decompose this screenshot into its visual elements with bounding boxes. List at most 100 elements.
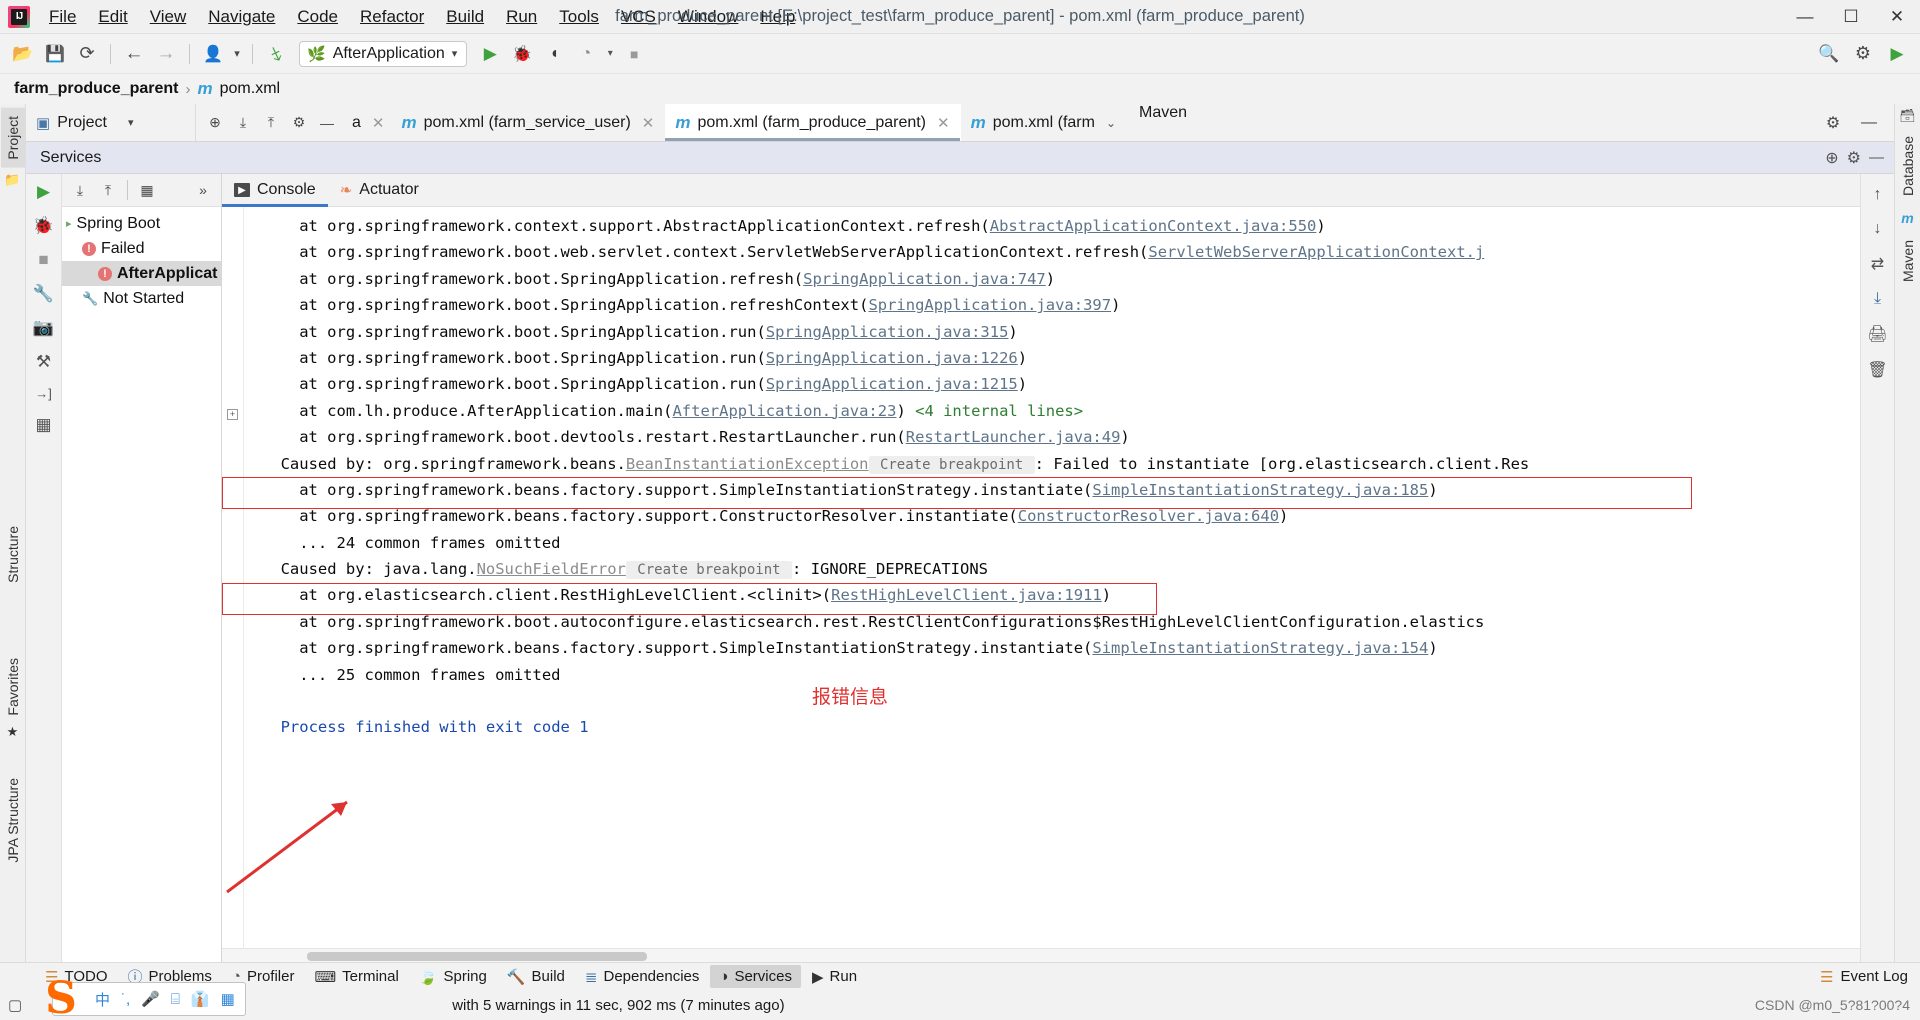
menu-help[interactable]: Help (749, 3, 806, 31)
menu-refactor[interactable]: Refactor (349, 3, 435, 31)
tree-more-icon[interactable]: » (191, 178, 215, 202)
layout-icon[interactable]: ▦ (35, 415, 51, 435)
editor-tab-a[interactable]: a ✕ (346, 104, 391, 141)
menu-file[interactable]: File (38, 3, 87, 31)
tree-item-failed[interactable]: ! Failed (62, 236, 221, 261)
sidebar-item-project[interactable]: Project (0, 108, 25, 168)
soft-wrap-icon[interactable]: ⇄ (1871, 254, 1884, 274)
maven-settings-icon[interactable]: ⚙ (1818, 108, 1848, 138)
breadcrumb-file[interactable]: pom.xml (220, 80, 280, 98)
toolwindow-build[interactable]: 🔨 Build (498, 965, 574, 989)
sogou-logo-icon[interactable]: S (38, 973, 84, 1020)
console-segment[interactable]: SimpleInstantiationStrategy.java:185 (1092, 481, 1428, 499)
services-locate-icon[interactable]: ⊕ (1825, 148, 1838, 168)
navigate-forward-icon[interactable]: → (151, 39, 181, 69)
editor-tab-pom-farm-service-user-close-icon[interactable]: ✕ (642, 114, 655, 132)
print-icon[interactable]: 🖨 (1867, 324, 1887, 344)
console-segment[interactable]: SpringApplication.java:1215 (766, 375, 1018, 393)
fold-marker-icon[interactable] (227, 645, 238, 656)
layout-toggle-icon[interactable]: ▢ (8, 996, 22, 1014)
console-segment[interactable]: BeanInstantiationException (626, 455, 869, 473)
stop-button[interactable]: ■ (619, 39, 649, 69)
console-segment[interactable]: ServletWebServerApplicationContext.j (1148, 243, 1484, 261)
project-panel-chevron-icon[interactable]: ▾ (128, 116, 134, 129)
tree-item-spring-boot[interactable]: ▸ Spring Boot (62, 211, 221, 236)
maximize-button[interactable]: ☐ (1828, 0, 1874, 34)
console-segment[interactable]: AfterApplication.java:23 (672, 402, 896, 420)
ime-keyboard-icon[interactable]: ⌸ (171, 991, 180, 1008)
rerun-icon[interactable]: ▶ (37, 182, 50, 202)
console-segment[interactable]: SpringApplication.java:315 (766, 323, 1009, 341)
panel-settings-icon[interactable]: ⚙ (286, 110, 312, 136)
search-everywhere-icon[interactable]: 🔍 (1814, 39, 1844, 69)
event-log-group[interactable]: ☰ Event Log (1820, 968, 1920, 986)
thread-dump-icon[interactable]: ⚒ (36, 352, 51, 372)
toolwindow-dependencies[interactable]: ≣ Dependencies (576, 965, 708, 989)
clear-all-icon[interactable]: 🗑 (1867, 360, 1887, 380)
console-horizontal-scrollbar[interactable] (222, 948, 1860, 962)
save-all-icon[interactable]: 💾 (40, 39, 70, 69)
navigate-back-icon[interactable]: ← (119, 39, 149, 69)
attach-icon[interactable]: →] (35, 386, 52, 401)
locate-file-icon[interactable]: ⊕ (202, 110, 228, 136)
debug-icon[interactable]: 🐞 (33, 216, 54, 236)
project-panel-header[interactable]: ▣ Project ▾ (26, 104, 196, 141)
profile-dropdown-icon[interactable]: ▾ (603, 39, 617, 69)
scroll-up-icon[interactable]: ↑ (1874, 186, 1882, 204)
minimize-button[interactable]: — (1782, 0, 1828, 34)
console-segment[interactable]: RestHighLevelClient.java:1911 (831, 586, 1102, 604)
console-segment[interactable]: ConstructorResolver.java:640 (1018, 507, 1279, 525)
console-segment[interactable]: NoSuchFieldError (477, 560, 626, 578)
tree-item-afterapplication[interactable]: ! AfterApplicat (62, 261, 221, 286)
editor-tab-pom-farm-truncated[interactable]: m pom.xml (farm ⌄ (961, 104, 1127, 141)
panel-hide-icon[interactable]: — (314, 110, 340, 136)
tree-expand-all-icon[interactable]: ⤓ (68, 178, 92, 202)
vcs-user-icon[interactable]: 👤 (198, 39, 228, 69)
tree-item-not-started[interactable]: 🔧 Not Started (62, 286, 221, 311)
menu-tools[interactable]: Tools (548, 3, 610, 31)
tree-group-icon[interactable]: ▦ (135, 178, 159, 202)
sync-icon[interactable]: ⟳ (72, 39, 102, 69)
menu-code[interactable]: Code (286, 3, 349, 31)
toolwindow-terminal[interactable]: ⌨ Terminal (305, 965, 407, 989)
console-scrollbar-thumb[interactable] (307, 952, 647, 961)
editor-tab-a-close-icon[interactable]: ✕ (372, 114, 385, 132)
close-button[interactable]: ✕ (1874, 0, 1920, 34)
tab-actuator[interactable]: ❧ Actuator (328, 174, 431, 206)
settings-gear-icon[interactable]: ⚙ (1848, 39, 1878, 69)
breadcrumb-project[interactable]: farm_produce_parent (14, 80, 179, 98)
services-hide-icon[interactable]: — (1869, 149, 1884, 166)
tab-console[interactable]: ▶ Console (222, 174, 328, 207)
ime-toolbox-icon[interactable]: ▦ (221, 990, 235, 1008)
maven-hide-icon[interactable]: — (1854, 108, 1884, 138)
ime-punctuation-icon[interactable]: ˙, (121, 991, 130, 1008)
editor-tab-pom-farm-produce-parent-close-icon[interactable]: ✕ (937, 114, 950, 132)
scroll-down-icon[interactable]: ↓ (1874, 220, 1882, 238)
chevron-right-icon[interactable]: ▸ (66, 217, 72, 230)
editor-tab-pom-farm-service-user[interactable]: m pom.xml (farm_service_user) ✕ (391, 104, 665, 141)
sidebar-item-database[interactable]: Database (1896, 128, 1920, 204)
editor-tab-overflow-chevron-icon[interactable]: ⌄ (1106, 116, 1116, 130)
ime-voice-icon[interactable]: 🎤 (141, 990, 160, 1008)
menu-navigate[interactable]: Navigate (197, 3, 286, 31)
ime-chinese-mode-icon[interactable]: 中 (95, 989, 110, 1010)
services-settings-icon[interactable]: ⚙ (1847, 148, 1861, 168)
updates-play-icon[interactable]: ▶ (1882, 39, 1912, 69)
sidebar-item-maven[interactable]: Maven (1896, 232, 1920, 290)
expand-all-icon[interactable]: ⤓ (230, 110, 256, 136)
console-segment[interactable]: SimpleInstantiationStrategy.java:154 (1092, 639, 1428, 657)
editor-tab-pom-farm-produce-parent[interactable]: m pom.xml (farm_produce_parent) ✕ (665, 104, 961, 141)
console-segment[interactable]: SpringApplication.java:1226 (766, 349, 1018, 367)
run-configuration-selector[interactable]: 🌿 AfterApplication ▾ (299, 40, 468, 67)
run-button[interactable]: ▶ (475, 39, 505, 69)
sidebar-item-favorites[interactable]: Favorites (1, 650, 25, 724)
menu-edit[interactable]: Edit (87, 3, 138, 31)
ime-skin-icon[interactable]: 👔 (191, 990, 210, 1008)
toolwindow-run[interactable]: ▶ Run (803, 965, 866, 989)
screenshot-icon[interactable]: 📷 (33, 318, 54, 338)
stop-icon[interactable]: ■ (38, 250, 48, 270)
toolwindow-spring[interactable]: 🍃 Spring (410, 965, 496, 989)
settings-wrench-icon[interactable]: 🔧 (33, 284, 54, 304)
console-text[interactable]: at org.springframework.context.support.A… (244, 207, 1860, 948)
menu-vcs[interactable]: VCS (610, 3, 667, 31)
